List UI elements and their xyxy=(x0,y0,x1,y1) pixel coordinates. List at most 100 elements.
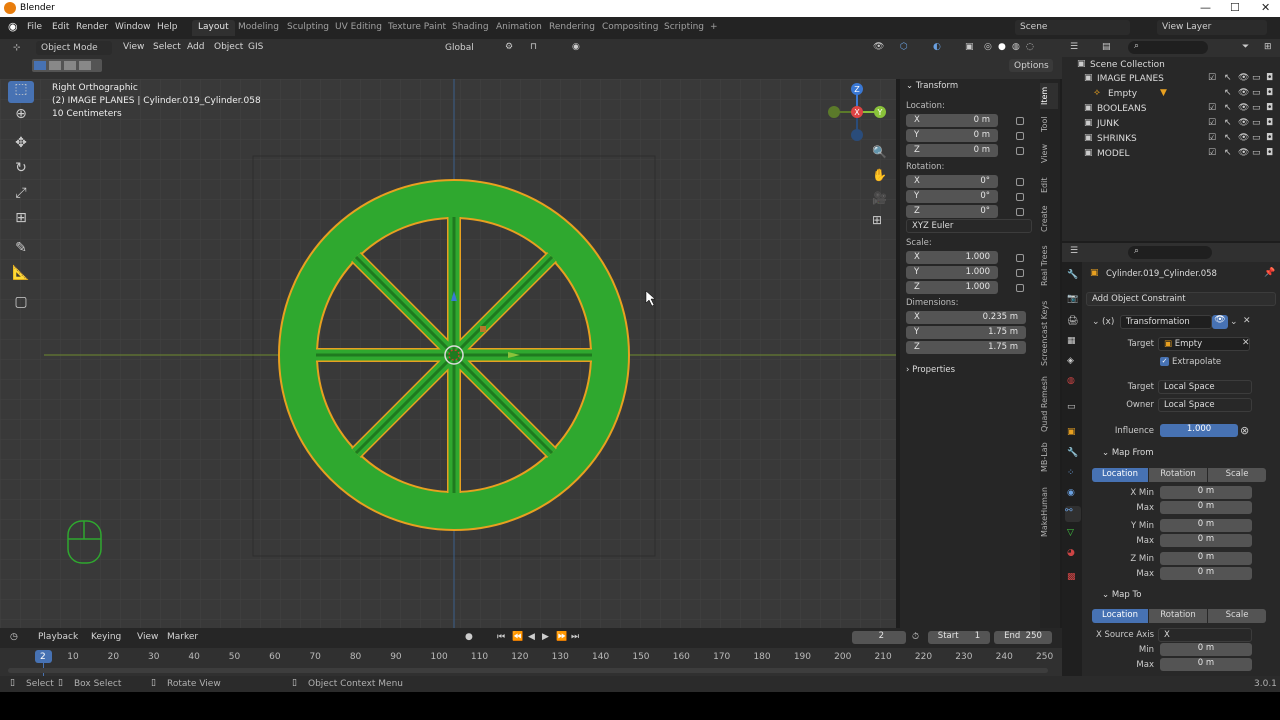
map-to-min-field[interactable]: 0 m xyxy=(1160,643,1252,656)
viewport-icon[interactable]: ▭ xyxy=(1252,148,1261,158)
view-layer-tab-icon[interactable]: ▦ xyxy=(1067,336,1076,346)
rotation-y-field[interactable]: Y 0° xyxy=(906,190,998,203)
tab-animation[interactable]: Animation xyxy=(490,20,548,36)
scene-tab-icon[interactable]: ◈ xyxy=(1067,356,1074,366)
start-frame-field[interactable]: Start 1 xyxy=(928,631,990,644)
map-from-x-max-field[interactable]: 0 m xyxy=(1160,501,1252,514)
dimensions-y-field[interactable]: Y 1.75 m xyxy=(906,326,1026,339)
constraint-tab-icon[interactable]: ⚯ xyxy=(1065,506,1081,522)
constraint-enable-eye-icon[interactable]: 👁 xyxy=(1212,315,1228,329)
solid-shading-icon[interactable]: ● xyxy=(998,42,1006,52)
timeline-menu-marker[interactable]: Marker xyxy=(167,632,198,642)
jump-start-icon[interactable]: ⏮ xyxy=(497,632,505,642)
owner-space-dropdown[interactable]: Local Space xyxy=(1158,398,1252,412)
select-invert-icon[interactable] xyxy=(79,61,91,70)
select-box-tool-icon[interactable]: ⬚ xyxy=(8,81,34,103)
tab-screencast-keys[interactable]: Screencast Keys xyxy=(1040,297,1058,369)
menu-file[interactable]: File xyxy=(27,22,42,32)
options-dropdown[interactable]: Options xyxy=(1009,59,1053,72)
tab-texture-paint[interactable]: Texture Paint xyxy=(382,20,452,36)
rotation-z-field[interactable]: Z 0° xyxy=(906,205,998,218)
scale-y-field[interactable]: Y 1.000 xyxy=(906,266,998,279)
play-icon[interactable]: ▶ xyxy=(542,632,549,642)
animate-property-icon[interactable]: ⊗ xyxy=(1240,424,1249,437)
viewport-icon[interactable]: ▭ xyxy=(1252,88,1261,98)
camera-icon[interactable]: ◘ xyxy=(1266,103,1273,113)
blender-menu-icon[interactable]: ◉ xyxy=(8,20,18,33)
auto-keying-icon[interactable]: ● xyxy=(465,632,473,642)
particles-tab-icon[interactable]: ⁘ xyxy=(1067,468,1075,478)
viewport-icon[interactable]: ▭ xyxy=(1252,103,1261,113)
vp-menu-gis[interactable]: GIS xyxy=(248,42,263,52)
vp-menu-select[interactable]: Select xyxy=(153,42,181,52)
outliner-editor-icon[interactable]: ☰ xyxy=(1070,42,1078,52)
tab-shading[interactable]: Shading xyxy=(446,20,495,36)
constraint-name-field[interactable]: Transformation xyxy=(1120,315,1212,329)
lock-icon[interactable] xyxy=(1016,208,1024,216)
zoom-icon[interactable]: 🔍 xyxy=(872,145,887,159)
eye-icon[interactable]: 👁 xyxy=(1238,103,1249,113)
target-space-dropdown[interactable]: Local Space xyxy=(1158,380,1252,394)
camera-icon[interactable]: ◘ xyxy=(1266,148,1273,158)
timeline-menu-keying[interactable]: Keying xyxy=(91,632,121,642)
tab-modeling[interactable]: Modeling xyxy=(232,20,285,36)
menu-window[interactable]: Window xyxy=(115,22,151,32)
camera-icon[interactable]: ◘ xyxy=(1266,88,1273,98)
checkbox-icon[interactable]: ☑ xyxy=(1208,103,1216,113)
map-from-y-max-field[interactable]: 0 m xyxy=(1160,534,1252,547)
camera-icon[interactable]: ◘ xyxy=(1266,133,1273,143)
map-to-tab-location[interactable]: Location xyxy=(1092,609,1148,623)
jump-keyframe-forward-icon[interactable]: ⏩ xyxy=(556,632,567,642)
scale-x-field[interactable]: X 1.000 xyxy=(906,251,998,264)
overlay-toggle-icon[interactable]: ◐ xyxy=(933,42,941,52)
maximize-button[interactable]: ☐ xyxy=(1230,1,1240,14)
vp-menu-view[interactable]: View xyxy=(123,42,144,52)
3d-viewport[interactable]: Z Y X Right Orthographic (2) IMAGE PLANE… xyxy=(0,79,896,628)
wheel-mesh[interactable] xyxy=(278,179,630,531)
rendered-shading-icon[interactable]: ◌ xyxy=(1026,42,1034,52)
material-tab-icon[interactable]: ◕ xyxy=(1067,548,1075,558)
transform-tool-icon[interactable]: ⊞ xyxy=(8,210,34,232)
lock-icon[interactable] xyxy=(1016,254,1024,262)
new-collection-icon[interactable]: ⊞ xyxy=(1264,42,1272,52)
eye-icon[interactable]: 👁 xyxy=(1238,118,1249,128)
lock-icon[interactable] xyxy=(1016,269,1024,277)
select-arrow-icon[interactable]: ↖ xyxy=(1224,118,1232,128)
lock-icon[interactable] xyxy=(1016,132,1024,140)
scale-tool-icon[interactable]: ⤢ xyxy=(8,185,34,207)
pin-icon[interactable]: 📌 xyxy=(1264,268,1275,278)
add-object-constraint-dropdown[interactable]: Add Object Constraint xyxy=(1086,292,1276,306)
current-frame-field[interactable]: 2 xyxy=(852,631,906,644)
location-z-field[interactable]: Z 0 m xyxy=(906,144,998,157)
tab-layout[interactable]: Layout xyxy=(192,20,235,36)
editor-type-icon[interactable]: ⊹ xyxy=(8,41,34,55)
tool-tab-icon[interactable]: 🔧 xyxy=(1067,270,1078,280)
modifier-tab-icon[interactable]: 🔧 xyxy=(1067,448,1078,458)
location-x-field[interactable]: X 0 m xyxy=(906,114,998,127)
rotation-mode-dropdown[interactable]: XYZ Euler xyxy=(906,219,1032,233)
mode-dropdown[interactable]: Object Mode xyxy=(36,41,112,55)
visibility-icon[interactable]: 👁 xyxy=(873,42,884,52)
eye-icon[interactable]: 👁 xyxy=(1238,133,1249,143)
select-arrow-icon[interactable]: ↖ xyxy=(1224,133,1232,143)
constraint-delete-icon[interactable]: ✕ xyxy=(1243,316,1251,326)
data-tab-icon[interactable]: ▽ xyxy=(1067,528,1074,538)
properties-header[interactable]: › Properties xyxy=(906,365,955,375)
tab-real-trees[interactable]: Real Trees xyxy=(1040,243,1058,289)
stopwatch-icon[interactable]: ⏱ xyxy=(912,632,919,642)
map-from-x-min-field[interactable]: 0 m xyxy=(1160,486,1252,499)
checkbox-icon[interactable]: ☑ xyxy=(1208,148,1216,158)
map-from-tab-rotation[interactable]: Rotation xyxy=(1149,468,1207,482)
world-tab-icon[interactable]: ◍ xyxy=(1067,376,1075,386)
vp-menu-add[interactable]: Add xyxy=(187,42,204,52)
x-source-axis-dropdown[interactable]: X xyxy=(1158,628,1252,642)
selection-mode-buttons[interactable] xyxy=(32,59,102,72)
extrapolate-checkbox[interactable]: ✓ xyxy=(1160,357,1169,366)
minimize-button[interactable]: — xyxy=(1200,1,1211,14)
proportional-edit-icon[interactable]: ◉ xyxy=(572,42,580,52)
checkbox-icon[interactable]: ☑ xyxy=(1208,118,1216,128)
map-from-z-max-field[interactable]: 0 m xyxy=(1160,567,1252,580)
lock-icon[interactable] xyxy=(1016,117,1024,125)
gizmo-toggle-icon[interactable]: ⬡ xyxy=(900,42,908,52)
snap-icon[interactable]: ⊓ xyxy=(530,42,537,52)
